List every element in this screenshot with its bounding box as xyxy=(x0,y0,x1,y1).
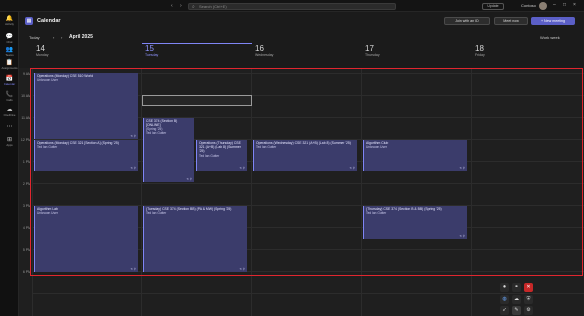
rail-item-onedrive[interactable]: ☁ OneDrive xyxy=(0,107,19,117)
recurring-icon: ↻ ⚲ xyxy=(239,267,245,271)
today-button[interactable]: Today xyxy=(29,35,40,40)
calendar-event[interactable]: (Tuesday) CSE 374 (Section BB) (PA & MW)… xyxy=(143,206,247,272)
rail-item-activity[interactable]: 🔔 Activity xyxy=(0,16,19,26)
calendar-event[interactable]: Operations (Monday) CSE 510 World Unknow… xyxy=(34,73,138,139)
recurring-icon: ↻ ⚲ xyxy=(459,166,465,170)
recurring-icon: ↻ ⚲ xyxy=(130,267,136,271)
day-header-wednesday[interactable]: 16 Wednesday xyxy=(255,44,273,68)
recurring-icon: ↻ ⚲ xyxy=(186,177,192,181)
page-title: Calendar xyxy=(37,18,61,24)
grid-divider xyxy=(361,68,362,316)
rail-item-calls[interactable]: 📞 Calls xyxy=(0,92,19,102)
month-picker[interactable]: April 2025 xyxy=(69,34,93,40)
hour-label: 4 PM xyxy=(22,226,31,230)
search-icon: ⌕ xyxy=(192,4,195,10)
update-button[interactable]: Update xyxy=(482,3,504,10)
calendar-event[interactable]: Operations (Thursday) CSE 321 (A+B) (Lab… xyxy=(196,140,247,171)
view-switcher[interactable]: Work week xyxy=(540,35,560,40)
link-icon[interactable]: ⚭ xyxy=(512,283,521,292)
pen-icon[interactable]: ✎ xyxy=(512,306,521,315)
hour-line xyxy=(33,183,584,184)
meet-now-button[interactable]: Meet now xyxy=(494,17,528,25)
search-input[interactable]: ⌕ Search (Ctrl+E) xyxy=(188,3,396,10)
hour-label: 6 PM xyxy=(22,270,31,274)
cloud-icon[interactable]: ☁ xyxy=(512,295,521,304)
calendar-event[interactable]: (Thursday) CSE 374 (Section B & BB) (Spr… xyxy=(363,206,467,239)
prev-week-button[interactable]: ‹ xyxy=(53,35,54,40)
globe-icon[interactable]: ◍ xyxy=(500,295,509,304)
hour-label: 1 PM xyxy=(22,160,31,164)
hour-label: 12 PM xyxy=(20,138,31,142)
hour-label: 5 PM xyxy=(22,248,31,252)
forward-arrow-icon[interactable]: › xyxy=(180,3,182,9)
next-week-button[interactable]: › xyxy=(61,35,62,40)
rail-item-apps[interactable]: ⊞ Apps xyxy=(0,137,19,147)
rail-item-teams[interactable]: 👥 Teams xyxy=(0,47,19,57)
gear-icon[interactable]: ⚙ xyxy=(524,306,533,315)
day-header-friday[interactable]: 18 Friday xyxy=(475,44,485,68)
back-arrow-icon[interactable]: ‹ xyxy=(171,3,173,9)
hour-line xyxy=(33,293,584,294)
avatar[interactable] xyxy=(539,2,547,10)
day-header-thursday[interactable]: 17 Thursday xyxy=(365,44,380,68)
rail-item-assignments[interactable]: 📋 Assignments xyxy=(0,60,19,70)
selected-time-slot[interactable] xyxy=(142,95,252,106)
search-placeholder: Search (Ctrl+E) xyxy=(199,4,227,9)
calendar-event[interactable]: Algorithm Lab Unknown User ↻ ⚲ xyxy=(34,206,138,272)
calendar-event[interactable]: Operations (Monday) CSE 321 [Section A] … xyxy=(34,140,138,171)
more-icon: ⋯ xyxy=(6,124,13,130)
hour-label: 2 PM xyxy=(22,182,31,186)
maximize-icon[interactable]: □ xyxy=(563,2,566,8)
hour-label: 11 AM xyxy=(21,116,31,120)
rail-item-more[interactable]: ⋯ xyxy=(0,124,19,131)
user-name: Contoso xyxy=(521,3,536,8)
recurring-icon: ↻ ⚲ xyxy=(349,166,355,170)
hour-label: 10 AM xyxy=(21,94,31,98)
calendar-event[interactable]: Algorithm Club Unknown User ↻ ⚲ xyxy=(363,140,467,171)
calendar-event[interactable]: Operations (Wednesday) CSE 321 (A+B) (La… xyxy=(253,140,357,171)
recurring-icon: ↻ ⚲ xyxy=(459,234,465,238)
calendar-app-icon: ▦ xyxy=(25,17,33,25)
hour-label: 3 PM xyxy=(22,204,31,208)
close-icon[interactable]: ✕ xyxy=(524,283,533,292)
rail-item-calendar[interactable]: 📅 Calendar xyxy=(0,76,19,86)
join-with-id-button[interactable]: Join with an ID xyxy=(444,17,490,25)
day-header-tuesday[interactable]: 15 Tuesday xyxy=(145,44,158,68)
calendar-event[interactable]: CSE 374 (Section B) [ONLINE] (Spring '25… xyxy=(143,118,194,182)
new-meeting-button[interactable]: + New meeting xyxy=(531,17,575,25)
day-header-monday[interactable]: 14 Monday xyxy=(36,44,48,68)
today-indicator xyxy=(142,43,252,44)
hour-label: 9 AM xyxy=(23,72,31,76)
shield-icon[interactable]: ⛨ xyxy=(524,295,533,304)
recurring-icon: ↻ ⚲ xyxy=(130,134,136,138)
record-icon[interactable]: ⏺ xyxy=(500,283,509,292)
rail-item-chat[interactable]: 💬 Chat xyxy=(0,34,19,44)
app-rail: 🔔 Activity 💬 Chat 👥 Teams 📋 Assignments 📅 Cal… xyxy=(0,12,19,316)
close-icon[interactable]: × xyxy=(573,2,576,8)
minimize-icon[interactable]: – xyxy=(553,2,556,8)
recurring-icon: ↻ ⚲ xyxy=(130,166,136,170)
grid-divider xyxy=(471,68,472,316)
recurring-icon: ↻ ⚲ xyxy=(239,166,245,170)
grid-divider xyxy=(32,68,33,316)
pointer-icon[interactable]: ➶ xyxy=(500,306,509,315)
